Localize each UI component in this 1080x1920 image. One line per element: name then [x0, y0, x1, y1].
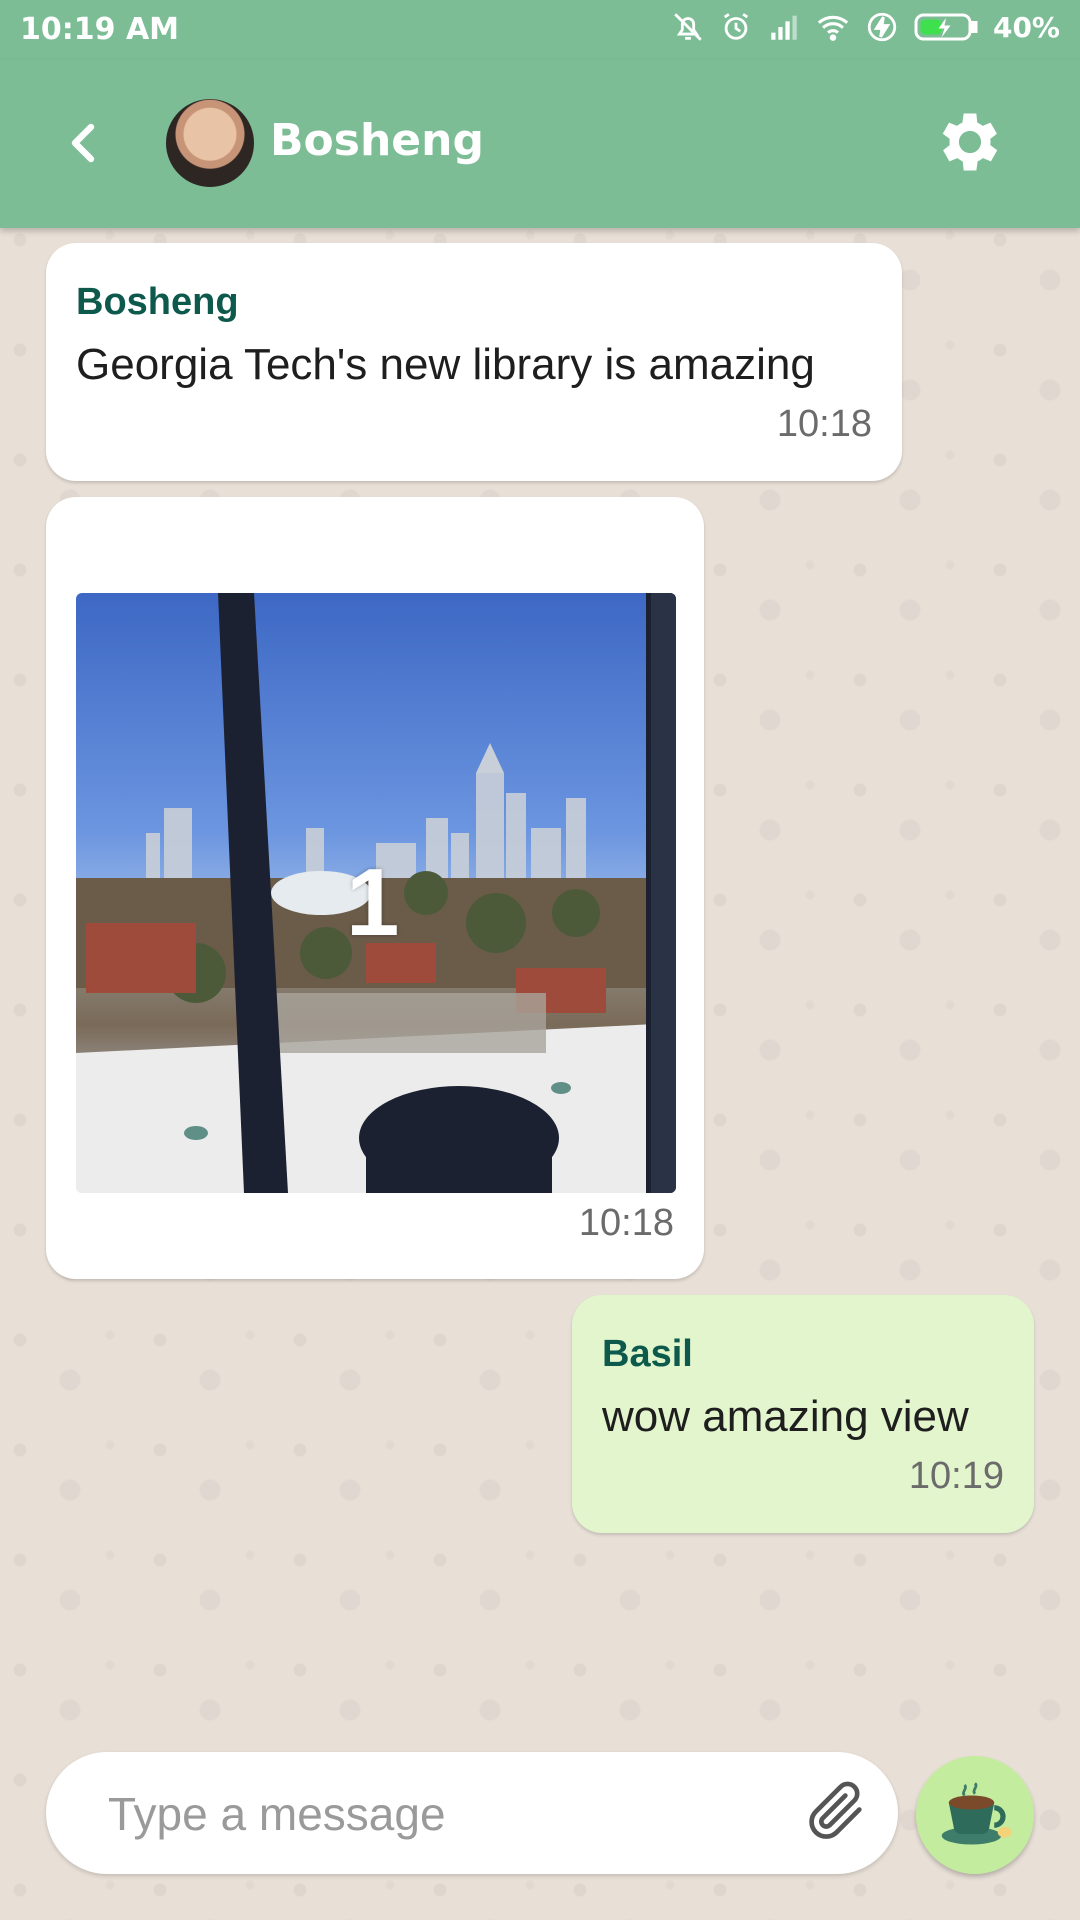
- wifi-icon: [815, 10, 851, 44]
- message-time: 10:19: [908, 1455, 1004, 1497]
- status-icons: 40%: [671, 10, 1060, 44]
- sender-name: Basil: [602, 1333, 693, 1375]
- mute-icon: [671, 10, 705, 44]
- message-text: wow amazing view: [602, 1392, 969, 1441]
- send-button[interactable]: [916, 1756, 1034, 1874]
- paperclip-icon: [801, 1776, 871, 1850]
- message-photo[interactable]: 1: [76, 593, 676, 1193]
- chevron-left-icon: [63, 119, 103, 171]
- signal-icon: [767, 10, 801, 44]
- message-bubble-outgoing[interactable]: Basil wow amazing view 10:19: [572, 1295, 1034, 1533]
- status-time: 10:19 AM: [20, 12, 180, 47]
- message-text: Georgia Tech's new library is amazing: [76, 340, 815, 389]
- battery-icon: [913, 10, 979, 44]
- message-bubble-incoming[interactable]: Bosheng Georgia Tech's new library is am…: [46, 243, 902, 481]
- settings-button[interactable]: [928, 102, 1012, 186]
- coffee-cup-icon: [933, 1771, 1017, 1859]
- back-button[interactable]: [48, 110, 118, 180]
- battery-percent: 40%: [992, 10, 1060, 44]
- composer: [46, 1752, 898, 1874]
- avatar[interactable]: [166, 99, 254, 187]
- status-bar: 10:19 AM 40%: [0, 0, 1080, 60]
- photo-overlay-label: 1: [346, 849, 400, 956]
- attach-button[interactable]: [796, 1776, 876, 1850]
- sender-name: Bosheng: [76, 281, 239, 323]
- message-input[interactable]: [106, 1778, 770, 1850]
- contact-name[interactable]: Bosheng: [270, 115, 484, 166]
- message-bubble-image[interactable]: 1 10:18: [46, 497, 704, 1279]
- message-time: 10:18: [578, 1202, 674, 1244]
- message-time: 10:18: [776, 403, 872, 445]
- chat-header: Bosheng: [0, 60, 1080, 228]
- flash-icon: [865, 10, 899, 44]
- alarm-icon: [719, 10, 753, 44]
- gear-icon: [932, 104, 1008, 184]
